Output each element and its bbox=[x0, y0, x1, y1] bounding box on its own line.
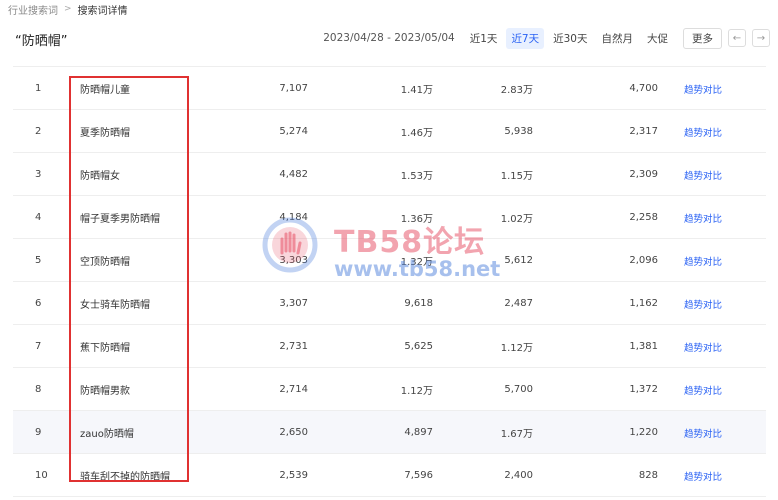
trend-compare-link[interactable]: 趋势对比 bbox=[684, 368, 744, 411]
metric-3-cell: 2,400 bbox=[504, 470, 533, 481]
keyword-cell[interactable]: 帽子夏季男防晒帽 bbox=[80, 196, 200, 239]
rank-cell: 10 bbox=[35, 470, 48, 481]
keyword-cell[interactable]: 防晒帽女 bbox=[80, 153, 200, 196]
keyword-cell[interactable]: 夏季防晒帽 bbox=[80, 110, 200, 153]
metric-2-cell: 1.12万 bbox=[400, 386, 433, 397]
rank-cell: 7 bbox=[35, 341, 42, 352]
tab-30-days[interactable]: 近30天 bbox=[548, 28, 592, 49]
tab-1-day[interactable]: 近1天 bbox=[465, 28, 503, 49]
metric-1-cell: 2,539 bbox=[279, 470, 308, 481]
rank-cell: 6 bbox=[35, 298, 42, 309]
breadcrumb-current: 搜索词详情 bbox=[77, 5, 128, 17]
chevron-right-icon: > bbox=[64, 4, 72, 14]
rank-cell: 3 bbox=[35, 169, 42, 180]
rank-cell: 9 bbox=[35, 427, 42, 438]
trend-compare-link[interactable]: 趋势对比 bbox=[684, 411, 744, 454]
table-row: 1 防晒帽儿童 7,107 1.41万 2.83万 4,700 趋势对比 bbox=[13, 67, 766, 110]
metric-4-cell: 2,317 bbox=[629, 126, 658, 137]
trend-compare-link[interactable]: 趋势对比 bbox=[684, 110, 744, 153]
metric-3-cell: 2.83万 bbox=[500, 85, 533, 96]
table-row: 2 夏季防晒帽 5,274 1.46万 5,938 2,317 趋势对比 bbox=[13, 110, 766, 153]
breadcrumb-parent-link[interactable]: 行业搜索词 bbox=[8, 2, 58, 17]
table-row: 10 骑车刮不掉的防晒帽 2,539 7,596 2,400 828 趋势对比 bbox=[13, 454, 766, 497]
arrow-right-icon[interactable]: → bbox=[752, 29, 770, 47]
metric-2-cell: 1.36万 bbox=[400, 214, 433, 225]
metric-4-cell: 1,162 bbox=[629, 298, 658, 309]
metric-4-cell: 1,220 bbox=[629, 427, 658, 438]
trend-compare-link[interactable]: 趋势对比 bbox=[684, 67, 744, 110]
keyword-cell[interactable]: 蕉下防晒帽 bbox=[80, 325, 200, 368]
table-row: 3 防晒帽女 4,482 1.53万 1.15万 2,309 趋势对比 bbox=[13, 153, 766, 196]
trend-compare-link[interactable]: 趋势对比 bbox=[684, 454, 744, 497]
rank-cell: 5 bbox=[35, 255, 42, 266]
rank-cell: 4 bbox=[35, 212, 42, 223]
metric-1-cell: 4,482 bbox=[279, 169, 308, 180]
keyword-cell[interactable]: 女士骑车防晒帽 bbox=[80, 282, 200, 325]
keyword-cell[interactable]: 防晒帽男款 bbox=[80, 368, 200, 411]
metric-3-cell: 5,612 bbox=[504, 255, 533, 266]
rank-cell: 2 bbox=[35, 126, 42, 137]
metric-4-cell: 4,700 bbox=[629, 83, 658, 94]
tab-7-days[interactable]: 近7天 bbox=[506, 27, 545, 49]
metric-1-cell: 3,307 bbox=[279, 298, 308, 309]
metric-3-cell: 2,487 bbox=[504, 298, 533, 309]
metric-4-cell: 1,372 bbox=[629, 384, 658, 395]
trend-compare-link[interactable]: 趋势对比 bbox=[684, 325, 744, 368]
metric-1-cell: 7,107 bbox=[279, 83, 308, 94]
metric-1-cell: 2,650 bbox=[279, 427, 308, 438]
table-row: 4 帽子夏季男防晒帽 4,184 1.36万 1.02万 2,258 趋势对比 bbox=[13, 196, 766, 239]
metric-2-cell: 1.53万 bbox=[400, 171, 433, 182]
trend-compare-link[interactable]: 趋势对比 bbox=[684, 282, 744, 325]
metric-1-cell: 2,714 bbox=[279, 384, 308, 395]
metric-3-cell: 1.15万 bbox=[500, 171, 533, 182]
metric-2-cell: 1.41万 bbox=[400, 85, 433, 96]
tab-natural-month[interactable]: 自然月 bbox=[597, 28, 639, 49]
trend-compare-link[interactable]: 趋势对比 bbox=[684, 239, 744, 282]
tab-promotion[interactable]: 大促 bbox=[642, 28, 673, 49]
metric-1-cell: 3,303 bbox=[279, 255, 308, 266]
metric-4-cell: 828 bbox=[638, 470, 658, 481]
metric-3-cell: 1.02万 bbox=[500, 214, 533, 225]
table-row: 7 蕉下防晒帽 2,731 5,625 1.12万 1,381 趋势对比 bbox=[13, 325, 766, 368]
metric-2-cell: 1.32万 bbox=[400, 257, 433, 268]
metric-1-cell: 4,184 bbox=[279, 212, 308, 223]
date-range-picker[interactable]: 2023/04/28 - 2023/05/04 bbox=[323, 32, 455, 44]
keyword-table: 1 防晒帽儿童 7,107 1.41万 2.83万 4,700 趋势对比 2 夏季防晒帽 5,27… bbox=[13, 66, 766, 497]
metric-3-cell: 5,700 bbox=[504, 384, 533, 395]
keyword-cell[interactable]: 骑车刮不掉的防晒帽 bbox=[80, 454, 200, 497]
metric-4-cell: 2,309 bbox=[629, 169, 658, 180]
trend-compare-link[interactable]: 趋势对比 bbox=[684, 196, 744, 239]
metric-2-cell: 4,897 bbox=[404, 427, 433, 438]
metric-2-cell: 9,618 bbox=[404, 298, 433, 309]
table-row: 8 防晒帽男款 2,714 1.12万 5,700 1,372 趋势对比 bbox=[13, 368, 766, 411]
table-row: 5 空顶防晒帽 3,303 1.32万 5,612 2,096 趋势对比 bbox=[13, 239, 766, 282]
rank-cell: 1 bbox=[35, 83, 42, 94]
table-row: 9 zauo防晒帽 2,650 4,897 1.67万 1,220 趋势对比 bbox=[13, 411, 766, 454]
metric-1-cell: 2,731 bbox=[279, 341, 308, 352]
page-title: “防晒帽” bbox=[15, 34, 68, 49]
breadcrumb: 行业搜索词 > 搜索词详情 bbox=[8, 2, 128, 17]
metric-2-cell: 5,625 bbox=[404, 341, 433, 352]
metric-2-cell: 7,596 bbox=[404, 470, 433, 481]
rank-cell: 8 bbox=[35, 384, 42, 395]
keyword-cell[interactable]: zauo防晒帽 bbox=[80, 411, 200, 454]
metric-3-cell: 1.67万 bbox=[500, 429, 533, 440]
metric-4-cell: 1,381 bbox=[629, 341, 658, 352]
arrow-left-icon[interactable]: ← bbox=[728, 29, 746, 47]
date-toolbar: 2023/04/28 - 2023/05/04 近1天 近7天 近30天 自然月… bbox=[323, 27, 770, 49]
metric-2-cell: 1.46万 bbox=[400, 128, 433, 139]
metric-1-cell: 5,274 bbox=[279, 126, 308, 137]
keyword-cell[interactable]: 防晒帽儿童 bbox=[80, 67, 200, 110]
keyword-cell[interactable]: 空顶防晒帽 bbox=[80, 239, 200, 282]
metric-3-cell: 5,938 bbox=[504, 126, 533, 137]
table-row: 6 女士骑车防晒帽 3,307 9,618 2,487 1,162 趋势对比 bbox=[13, 282, 766, 325]
metric-3-cell: 1.12万 bbox=[500, 343, 533, 354]
metric-4-cell: 2,096 bbox=[629, 255, 658, 266]
metric-4-cell: 2,258 bbox=[629, 212, 658, 223]
trend-compare-link[interactable]: 趋势对比 bbox=[684, 153, 744, 196]
more-button[interactable]: 更多 bbox=[683, 27, 722, 49]
